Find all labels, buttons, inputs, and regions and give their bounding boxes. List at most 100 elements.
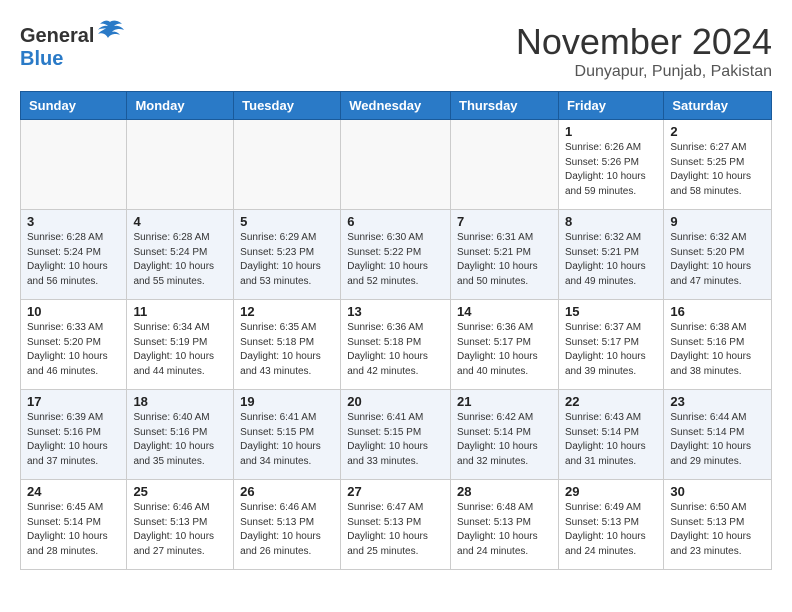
day-number: 25 bbox=[133, 484, 227, 499]
day-number: 22 bbox=[565, 394, 657, 409]
day-info: Sunrise: 6:30 AM Sunset: 5:22 PM Dayligh… bbox=[347, 231, 444, 289]
calendar-week-row: 24 Sunrise: 6:45 AM Sunset: 5:14 PM Dayli… bbox=[21, 480, 772, 570]
day-number: 16 bbox=[670, 304, 765, 319]
calendar-wrapper: Sunday Monday Tuesday Wednesday Thursday… bbox=[0, 91, 792, 580]
day-info: Sunrise: 6:41 AM Sunset: 5:15 PM Dayligh… bbox=[240, 411, 334, 469]
table-row: 6 Sunrise: 6:30 AM Sunset: 5:22 PM Daylig… bbox=[341, 210, 451, 300]
day-info: Sunrise: 6:42 AM Sunset: 5:14 PM Dayligh… bbox=[457, 411, 552, 469]
table-row: 25 Sunrise: 6:46 AM Sunset: 5:13 PM Dayli… bbox=[127, 480, 234, 570]
day-number: 26 bbox=[240, 484, 334, 499]
day-info: Sunrise: 6:45 AM Sunset: 5:14 PM Dayligh… bbox=[27, 501, 120, 559]
day-info: Sunrise: 6:46 AM Sunset: 5:13 PM Dayligh… bbox=[240, 501, 334, 559]
table-row: 27 Sunrise: 6:47 AM Sunset: 5:13 PM Dayli… bbox=[341, 480, 451, 570]
col-sunday: Sunday bbox=[21, 92, 127, 120]
calendar-header-row: Sunday Monday Tuesday Wednesday Thursday… bbox=[21, 92, 772, 120]
day-info: Sunrise: 6:48 AM Sunset: 5:13 PM Dayligh… bbox=[457, 501, 552, 559]
subtitle: Dunyapur, Punjab, Pakistan bbox=[516, 63, 772, 81]
day-info: Sunrise: 6:34 AM Sunset: 5:19 PM Dayligh… bbox=[133, 321, 227, 379]
logo-bird-icon bbox=[96, 20, 124, 42]
day-number: 27 bbox=[347, 484, 444, 499]
calendar-week-row: 17Sunrise: 6:39 AM Sunset: 5:16 PM Dayli… bbox=[21, 390, 772, 480]
table-row: 3 Sunrise: 6:28 AM Sunset: 5:24 PM Daylig… bbox=[21, 210, 127, 300]
table-row: 4Sunrise: 6:28 AM Sunset: 5:24 PM Daylig… bbox=[127, 210, 234, 300]
day-number: 3 bbox=[27, 214, 120, 229]
col-monday: Monday bbox=[127, 92, 234, 120]
day-number: 18 bbox=[133, 394, 227, 409]
day-info: Sunrise: 6:32 AM Sunset: 5:21 PM Dayligh… bbox=[565, 231, 657, 289]
day-number: 15 bbox=[565, 304, 657, 319]
table-row: 11 Sunrise: 6:34 AM Sunset: 5:19 PM Dayli… bbox=[127, 300, 234, 390]
day-number: 12 bbox=[240, 304, 334, 319]
day-info: Sunrise: 6:28 AM Sunset: 5:24 PM Dayligh… bbox=[27, 231, 120, 289]
calendar-week-row: 1Sunrise: 6:26 AM Sunset: 5:26 PM Daylig… bbox=[21, 120, 772, 210]
day-info: Sunrise: 6:40 AM Sunset: 5:16 PM Dayligh… bbox=[133, 411, 227, 469]
table-row: 24 Sunrise: 6:45 AM Sunset: 5:14 PM Dayli… bbox=[21, 480, 127, 570]
col-tuesday: Tuesday bbox=[234, 92, 341, 120]
day-number: 6 bbox=[347, 214, 444, 229]
day-number: 21 bbox=[457, 394, 552, 409]
logo: General Blue bbox=[20, 20, 124, 71]
day-info: Sunrise: 6:38 AM Sunset: 5:16 PM Dayligh… bbox=[670, 321, 765, 379]
table-row: 26 Sunrise: 6:46 AM Sunset: 5:13 PM Dayli… bbox=[234, 480, 341, 570]
logo-general: General bbox=[20, 25, 94, 47]
day-info: Sunrise: 6:29 AM Sunset: 5:23 PM Dayligh… bbox=[240, 231, 334, 289]
day-info: Sunrise: 6:36 AM Sunset: 5:17 PM Dayligh… bbox=[457, 321, 552, 379]
table-row: 12 Sunrise: 6:35 AM Sunset: 5:18 PM Dayli… bbox=[234, 300, 341, 390]
day-info: Sunrise: 6:37 AM Sunset: 5:17 PM Dayligh… bbox=[565, 321, 657, 379]
table-row bbox=[21, 120, 127, 210]
table-row: 21 Sunrise: 6:42 AM Sunset: 5:14 PM Dayli… bbox=[451, 390, 559, 480]
day-info: Sunrise: 6:46 AM Sunset: 5:13 PM Dayligh… bbox=[133, 501, 227, 559]
day-number: 8 bbox=[565, 214, 657, 229]
calendar-table: Sunday Monday Tuesday Wednesday Thursday… bbox=[20, 91, 772, 570]
day-info: Sunrise: 6:44 AM Sunset: 5:14 PM Dayligh… bbox=[670, 411, 765, 469]
day-info: Sunrise: 6:33 AM Sunset: 5:20 PM Dayligh… bbox=[27, 321, 120, 379]
col-thursday: Thursday bbox=[451, 92, 559, 120]
day-number: 28 bbox=[457, 484, 552, 499]
table-row: 18 Sunrise: 6:40 AM Sunset: 5:16 PM Dayli… bbox=[127, 390, 234, 480]
title-block: November 2024 Dunyapur, Punjab, Pakistan bbox=[516, 20, 772, 81]
table-row: 10 Sunrise: 6:33 AM Sunset: 5:20 PM Dayli… bbox=[21, 300, 127, 390]
table-row: 8 Sunrise: 6:32 AM Sunset: 5:21 PM Daylig… bbox=[558, 210, 663, 300]
day-info: Sunrise: 6:26 AM Sunset: 5:26 PM Dayligh… bbox=[565, 141, 657, 199]
day-number: 10 bbox=[27, 304, 120, 319]
calendar-week-row: 10 Sunrise: 6:33 AM Sunset: 5:20 PM Dayli… bbox=[21, 300, 772, 390]
table-row: 1Sunrise: 6:26 AM Sunset: 5:26 PM Daylig… bbox=[558, 120, 663, 210]
day-info: Sunrise: 6:41 AM Sunset: 5:15 PM Dayligh… bbox=[347, 411, 444, 469]
table-row: 23 Sunrise: 6:44 AM Sunset: 5:14 PM Dayli… bbox=[664, 390, 772, 480]
day-number: 24 bbox=[27, 484, 120, 499]
table-row: 30Sunrise: 6:50 AM Sunset: 5:13 PM Dayli… bbox=[664, 480, 772, 570]
day-number: 4 bbox=[133, 214, 227, 229]
day-info: Sunrise: 6:47 AM Sunset: 5:13 PM Dayligh… bbox=[347, 501, 444, 559]
table-row bbox=[451, 120, 559, 210]
table-row: 20 Sunrise: 6:41 AM Sunset: 5:15 PM Dayli… bbox=[341, 390, 451, 480]
col-wednesday: Wednesday bbox=[341, 92, 451, 120]
table-row: 7Sunrise: 6:31 AM Sunset: 5:21 PM Daylig… bbox=[451, 210, 559, 300]
day-number: 29 bbox=[565, 484, 657, 499]
table-row bbox=[127, 120, 234, 210]
table-row: 15 Sunrise: 6:37 AM Sunset: 5:17 PM Dayli… bbox=[558, 300, 663, 390]
day-number: 9 bbox=[670, 214, 765, 229]
day-number: 7 bbox=[457, 214, 552, 229]
col-friday: Friday bbox=[558, 92, 663, 120]
day-number: 11 bbox=[133, 304, 227, 319]
day-info: Sunrise: 6:36 AM Sunset: 5:18 PM Dayligh… bbox=[347, 321, 444, 379]
table-row bbox=[341, 120, 451, 210]
day-info: Sunrise: 6:27 AM Sunset: 5:25 PM Dayligh… bbox=[670, 141, 765, 199]
table-row: 28 Sunrise: 6:48 AM Sunset: 5:13 PM Dayli… bbox=[451, 480, 559, 570]
table-row: 9Sunrise: 6:32 AM Sunset: 5:20 PM Daylig… bbox=[664, 210, 772, 300]
day-number: 23 bbox=[670, 394, 765, 409]
page-header: General Blue November 2024 Dunyapur, Pun… bbox=[0, 0, 792, 91]
table-row: 14 Sunrise: 6:36 AM Sunset: 5:17 PM Dayli… bbox=[451, 300, 559, 390]
day-number: 14 bbox=[457, 304, 552, 319]
day-number: 20 bbox=[347, 394, 444, 409]
logo-blue-text: Blue bbox=[20, 48, 63, 70]
logo-text: General bbox=[20, 20, 124, 48]
day-info: Sunrise: 6:49 AM Sunset: 5:13 PM Dayligh… bbox=[565, 501, 657, 559]
day-info: Sunrise: 6:35 AM Sunset: 5:18 PM Dayligh… bbox=[240, 321, 334, 379]
day-info: Sunrise: 6:50 AM Sunset: 5:13 PM Dayligh… bbox=[670, 501, 765, 559]
day-number: 17 bbox=[27, 394, 120, 409]
day-info: Sunrise: 6:43 AM Sunset: 5:14 PM Dayligh… bbox=[565, 411, 657, 469]
day-number: 19 bbox=[240, 394, 334, 409]
day-number: 13 bbox=[347, 304, 444, 319]
table-row: 5Sunrise: 6:29 AM Sunset: 5:23 PM Daylig… bbox=[234, 210, 341, 300]
